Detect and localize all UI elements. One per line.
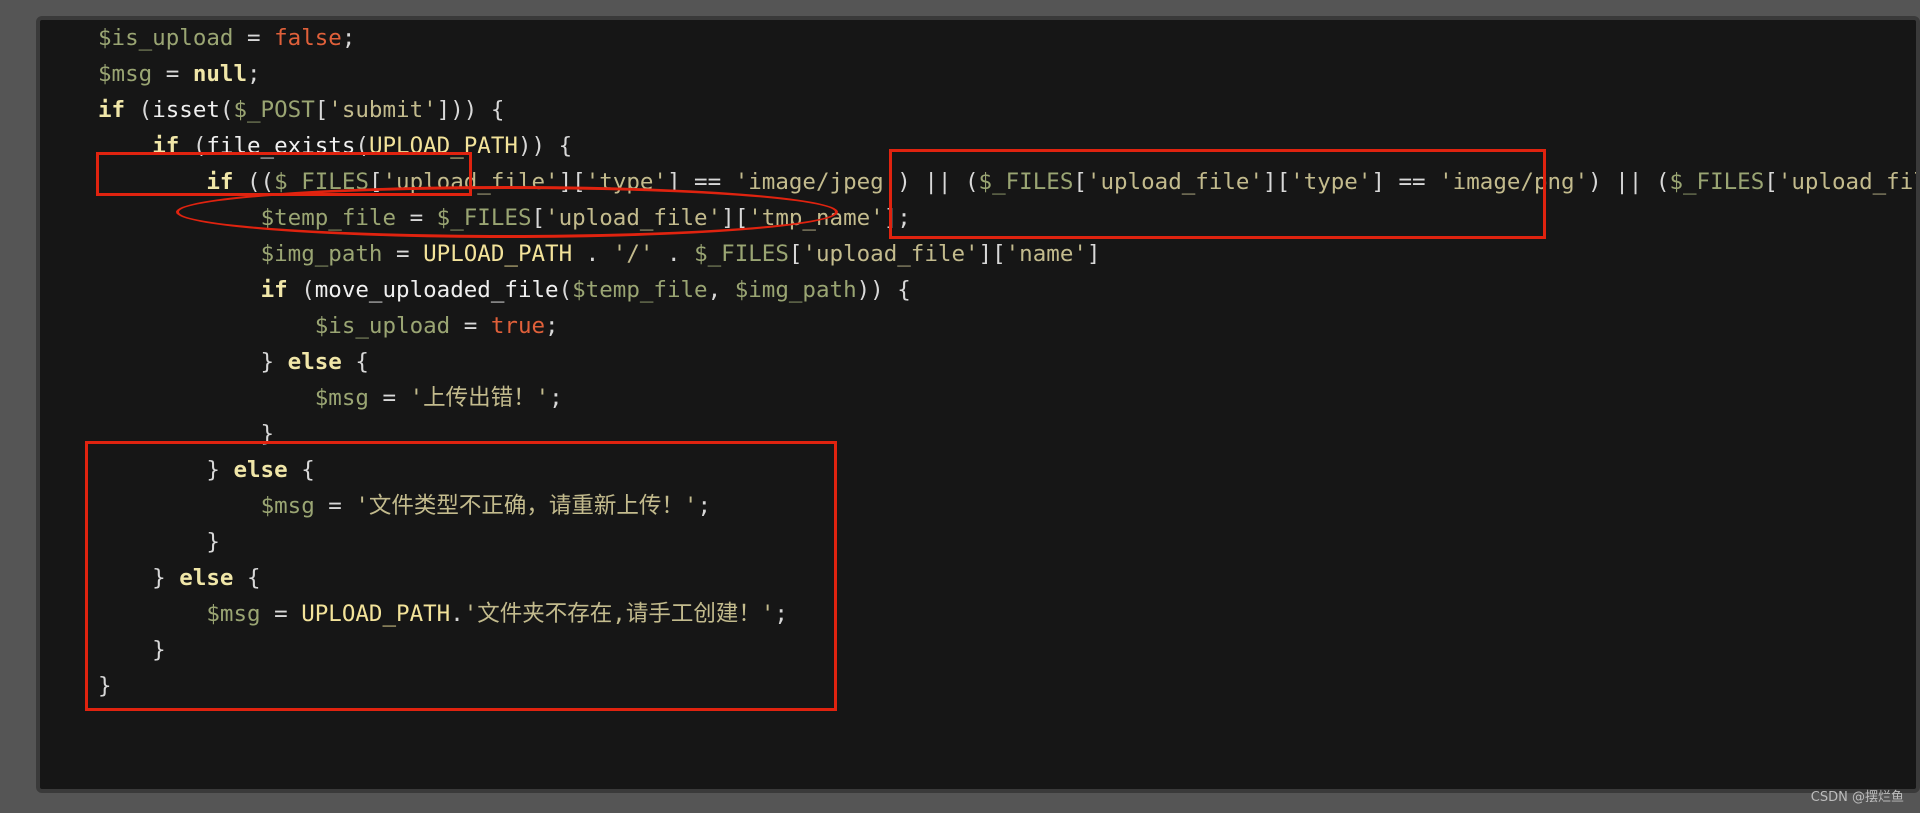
highlight-box-else-branches [85,441,837,711]
code-line: } else { [98,344,1916,380]
highlight-box-png-check [889,149,1546,239]
code-token: move_uploaded_file [314,277,559,303]
code-token: 'upload_file' [802,241,979,267]
code-token: $img_path [734,277,857,303]
code-token: true [490,313,546,339]
code-line: $msg = null; [98,56,1916,92]
code-line: if (move_uploaded_file($temp_file, $img_… [98,272,1916,308]
code-token: $temp_file [572,277,708,303]
code-token: } [98,349,288,375]
code-token: 'image/jpeg' [734,169,898,195]
code-token: 'name' [1005,241,1087,267]
code-token: ( [287,277,315,303]
code-token: $is_upload [314,313,451,339]
code-line: if (isset($_POST['submit'])) { [98,92,1916,128]
code-token: = [450,313,491,339]
code-token: = [382,241,424,267]
code-token: '上传出错！' [409,385,550,411]
code-token: . [572,241,613,267]
code-token: else [287,349,342,375]
code-token: . [653,241,695,267]
code-token: isset [152,97,220,123]
code-token: ] [1086,241,1101,267]
code-token: $_FILES [694,241,789,267]
code-token: ) || ( [1588,169,1670,195]
code-token: [ [314,97,329,123]
watermark: CSDN @摆烂鱼 [1810,790,1904,805]
code-token: ; [247,61,261,87]
code-token: )) { [856,277,911,303]
code-token: if [260,277,288,303]
code-token: ( [219,97,234,123]
code-token: UPLOAD_PATH [423,241,573,267]
code-window: $is_upload = false; $msg = null; if (isset… [36,16,1920,793]
code-token: null [192,61,248,87]
code-token: ; [549,385,563,411]
code-token: $_POST [233,97,315,123]
code-token: ])) { [436,97,505,123]
code-token: = [233,25,275,51]
code-token: = [368,385,410,411]
code-token: '/' [612,241,654,267]
code-token: { [341,349,369,375]
code-line: $msg = '上传出错！'; [98,380,1916,416]
code-token: = [152,61,193,87]
code-token: false [274,25,342,51]
code-token: if [98,97,126,123]
code-line: $is_upload = false; [98,20,1916,56]
code-token: 'upload_file' [1777,169,1916,195]
code-token: $_FILES [1669,169,1765,195]
code-token: $is_upload [98,25,234,51]
code-line: $img_path = UPLOAD_PATH . '/' . $_FILES[… [98,236,1916,272]
code-token: ; [341,25,356,51]
code-token: ( [558,277,573,303]
code-token: ( [125,97,153,123]
code-token: $msg [98,61,153,87]
code-token: $msg [314,385,369,411]
code-token: ][ [978,241,1006,267]
code-token: 'submit' [328,97,437,123]
code-token: , [707,277,735,303]
code-token: $img_path [260,241,383,267]
code-token: ; [545,313,559,339]
highlight-ellipse-jpeg-check [176,186,838,238]
code-token: )) { [517,133,573,159]
code-token: [ [1764,169,1778,195]
code-token: [ [788,241,803,267]
code-line: $is_upload = true; [98,308,1916,344]
